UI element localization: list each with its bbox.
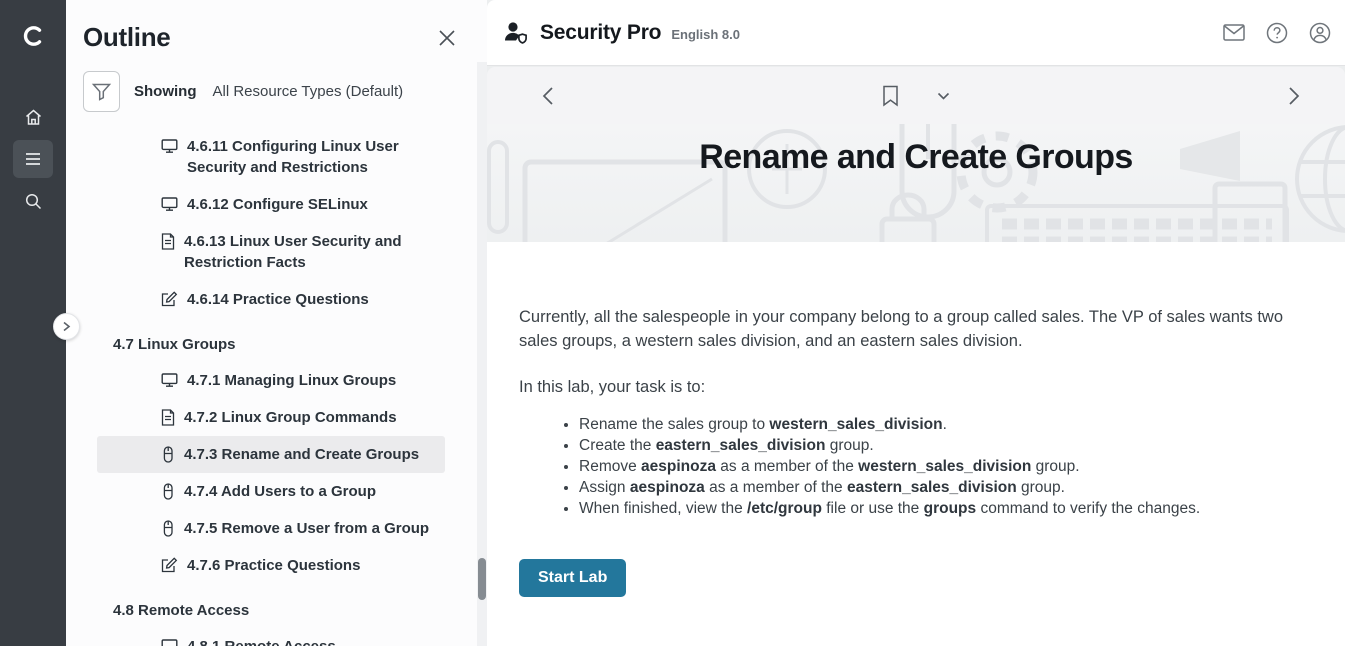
outline-scrollbar-thumb[interactable] [478, 558, 486, 600]
panel-expander-button[interactable] [53, 313, 80, 340]
outline-item[interactable]: 4.7.1 Managing Linux Groups [97, 362, 445, 399]
document-icon [161, 233, 175, 250]
outline-item-label: 4.8.1 Remote Access [187, 636, 336, 646]
outline-section-header[interactable]: 4.8 Remote Access [97, 592, 445, 628]
next-lesson-button[interactable] [1282, 80, 1307, 112]
product-name: Security Pro [540, 21, 661, 45]
account-person-icon [1309, 22, 1331, 44]
lab-icon [161, 483, 175, 500]
lab-icon [161, 446, 175, 463]
outline-item-label: 4.7.5 Remove a User from a Group [184, 518, 429, 539]
task-item: Rename the sales group to western_sales_… [579, 414, 1313, 435]
chevron-left-icon [541, 86, 554, 106]
filter-label: Showing [134, 83, 197, 100]
c-logo-icon [18, 21, 48, 51]
search-button[interactable] [13, 182, 53, 220]
filter-funnel-icon [91, 82, 112, 102]
lesson-title: Rename and Create Groups [487, 138, 1345, 177]
product-brand: Security Pro English 8.0 [503, 21, 740, 45]
close-outline-button[interactable] [433, 24, 461, 52]
security-pro-logo-icon [503, 21, 530, 45]
lesson-content: Currently, all the salespeople in your c… [487, 242, 1345, 646]
outline-item-label: 4.6.13 Linux User Security and Restricti… [184, 231, 434, 273]
outline-item-label: 4.7.3 Rename and Create Groups [184, 444, 419, 465]
outline-title: Outline [83, 22, 170, 53]
video-icon [161, 196, 178, 212]
outline-item[interactable]: 4.7.5 Remove a User from a Group [97, 510, 445, 547]
bookmark-button[interactable] [876, 79, 905, 113]
outline-scrollbar[interactable] [477, 62, 487, 646]
bookmark-menu-button[interactable] [931, 86, 956, 106]
outline-tree: 4.6.11 Configuring Linux User Security a… [66, 118, 487, 646]
home-icon [24, 108, 43, 127]
outline-item[interactable]: 4.6.13 Linux User Security and Restricti… [97, 223, 445, 281]
app-root: Outline Showing All Resource Types (Defa… [0, 0, 1345, 646]
video-icon [161, 138, 178, 154]
product-header: Security Pro English 8.0 [487, 0, 1345, 66]
chevron-down-icon [937, 92, 950, 100]
outline-item-label: 4.7.4 Add Users to a Group [184, 481, 376, 502]
practice-icon [161, 291, 178, 308]
outline-item[interactable]: 4.6.11 Configuring Linux User Security a… [97, 128, 445, 186]
product-edition: English 8.0 [671, 27, 740, 42]
video-icon [161, 638, 178, 646]
practice-icon [161, 557, 178, 574]
outline-item-label: 4.7.1 Managing Linux Groups [187, 370, 396, 391]
search-icon [24, 192, 43, 211]
outline-item-label: 4.7.2 Linux Group Commands [184, 407, 397, 428]
question-circle-icon [1266, 22, 1288, 44]
lesson-banner: Rename and Create Groups [487, 124, 1345, 242]
task-item: Create the eastern_sales_division group. [579, 435, 1313, 456]
lab-icon [161, 520, 175, 537]
task-list: Rename the sales group to western_sales_… [579, 414, 1313, 519]
outline-item[interactable]: 4.6.12 Configure SELinux [97, 186, 445, 223]
document-icon [161, 409, 175, 426]
outline-item-label: 4.6.14 Practice Questions [187, 289, 369, 310]
task-item: Remove aespinoza as a member of the west… [579, 456, 1313, 477]
main-area: Security Pro English 8.0 [487, 0, 1345, 646]
chevron-right-icon [62, 321, 71, 332]
lesson-toolbar [487, 67, 1345, 124]
outline-item-label: 4.6.12 Configure SELinux [187, 194, 368, 215]
outline-item[interactable]: 4.7.2 Linux Group Commands [97, 399, 445, 436]
outline-item[interactable]: 4.6.14 Practice Questions [97, 281, 445, 318]
video-icon [161, 372, 178, 388]
account-button[interactable] [1309, 22, 1331, 44]
scenario-paragraph: Currently, all the salespeople in your c… [519, 306, 1311, 354]
task-item: When finished, view the /etc/group file … [579, 498, 1313, 519]
outline-section-header[interactable]: 4.7 Linux Groups [97, 326, 445, 362]
home-button[interactable] [13, 98, 53, 136]
outline-item-label: 4.7.6 Practice Questions [187, 555, 360, 576]
outline-item[interactable]: 4.8.1 Remote Access [97, 628, 445, 646]
start-lab-button[interactable]: Start Lab [519, 559, 626, 597]
outline-item-label: 4.6.11 Configuring Linux User Security a… [187, 136, 437, 178]
outline-panel: Outline Showing All Resource Types (Defa… [66, 0, 487, 646]
previous-lesson-button[interactable] [535, 80, 560, 112]
bookmark-icon [882, 85, 899, 107]
outline-item[interactable]: 4.7.3 Rename and Create Groups [97, 436, 445, 473]
outline-item[interactable]: 4.7.4 Add Users to a Group [97, 473, 445, 510]
messages-button[interactable] [1223, 24, 1245, 41]
chevron-right-icon [1288, 86, 1301, 106]
close-icon [437, 28, 457, 48]
task-intro: In this lab, your task is to: [519, 376, 1313, 400]
outline-menu-button[interactable] [13, 140, 53, 178]
outline-item[interactable]: 4.7.6 Practice Questions [97, 547, 445, 584]
help-button[interactable] [1266, 22, 1288, 44]
envelope-icon [1223, 24, 1245, 41]
brand-c-logo[interactable] [13, 16, 53, 56]
task-item: Assign aespinoza as a member of the east… [579, 477, 1313, 498]
filter-button[interactable] [83, 71, 120, 112]
hamburger-menu-icon [24, 152, 42, 166]
filter-value[interactable]: All Resource Types (Default) [213, 83, 404, 100]
